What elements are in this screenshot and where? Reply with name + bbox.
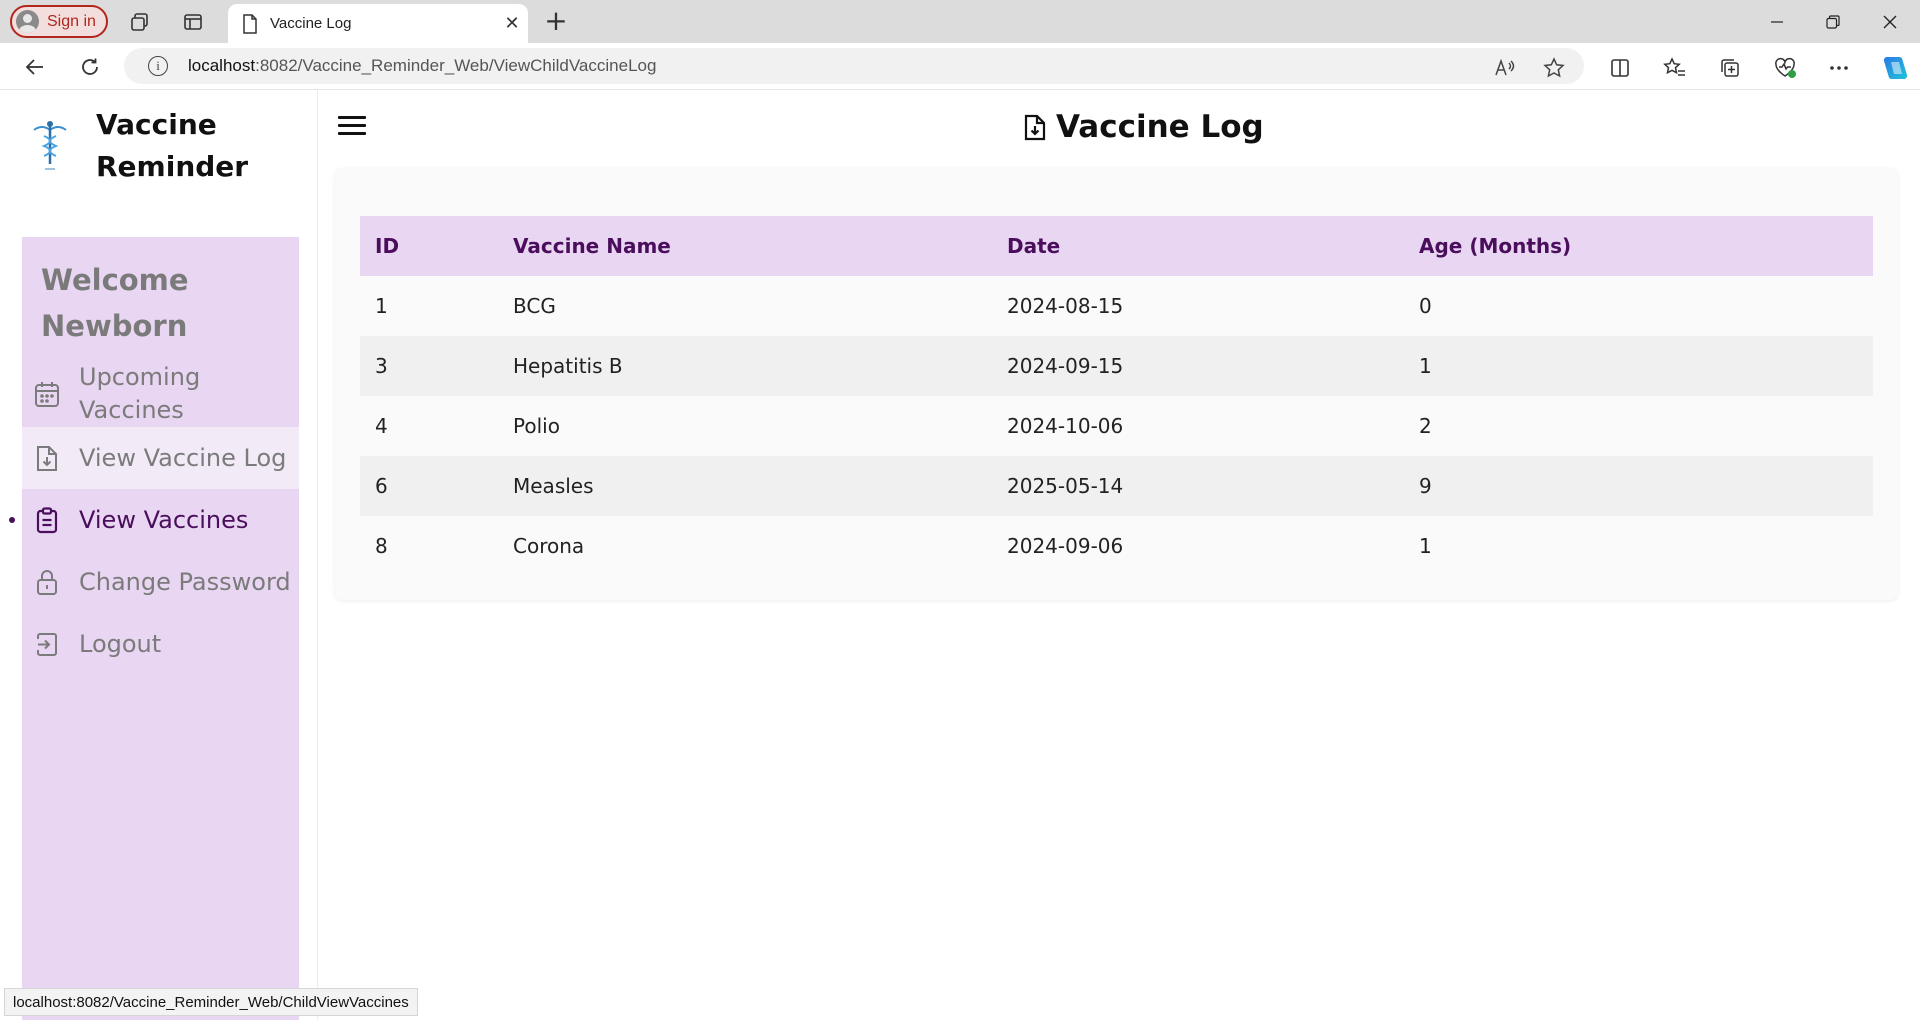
sidebar-item-change-password[interactable]: Change Password	[22, 551, 299, 613]
cell-vaccine-name: Polio	[513, 414, 560, 438]
favorite-star-icon[interactable]	[1541, 55, 1567, 81]
favorites-icon[interactable]	[1662, 55, 1688, 81]
table-row: 3 Hepatitis B 2024-09-15 1	[360, 336, 1873, 396]
column-header-date: Date	[1007, 234, 1061, 258]
site-info-icon[interactable]: i	[148, 56, 168, 76]
copilot-icon[interactable]	[1879, 52, 1911, 84]
table-row: 4 Polio 2024-10-06 2	[360, 396, 1873, 456]
active-tab[interactable]: Vaccine Log ✕	[228, 4, 528, 43]
sidebar-menu: Welcome Newborn Upcoming Vaccines View V…	[9, 237, 299, 1020]
cell-age: 1	[1419, 534, 1432, 558]
cell-date: 2024-09-06	[1007, 534, 1124, 558]
cell-age: 9	[1419, 474, 1432, 498]
cell-vaccine-name: Corona	[513, 534, 585, 558]
cell-date: 2024-09-15	[1007, 354, 1124, 378]
more-options-icon[interactable]	[1826, 55, 1852, 81]
restore-icon[interactable]	[1805, 0, 1861, 43]
vaccine-log-card: ID Vaccine Name Date Age (Months) 1 BCG …	[335, 168, 1898, 600]
profile-icon	[16, 10, 39, 33]
calendar-icon	[34, 380, 60, 408]
sidebar-item-logout[interactable]: Logout	[22, 613, 299, 675]
workspaces-icon[interactable]	[128, 10, 152, 34]
cell-date: 2024-10-06	[1007, 414, 1124, 438]
table-row: 8 Corona 2024-09-06 1	[360, 516, 1873, 576]
column-header-vaccine-name: Vaccine Name	[513, 234, 671, 258]
split-screen-icon[interactable]	[1607, 55, 1633, 81]
cell-date: 2024-08-15	[1007, 294, 1124, 318]
logout-icon	[34, 630, 60, 658]
column-header-id: ID	[375, 234, 400, 258]
url-path: :8082/Vaccine_Reminder_Web/ViewChildVacc…	[255, 56, 657, 75]
back-icon[interactable]	[22, 54, 48, 80]
browser-essentials-icon[interactable]	[1772, 55, 1798, 81]
welcome-heading: Welcome Newborn	[41, 263, 189, 343]
collections-icon[interactable]	[1717, 55, 1743, 81]
url-text: localhost:8082/Vaccine_Reminder_Web/View…	[188, 56, 656, 76]
page: Vaccine Reminder Welcome Newborn Upcomin…	[0, 90, 1920, 1020]
sidebar-item-label: Change Password	[79, 568, 291, 596]
table-header-row: ID Vaccine Name Date Age (Months)	[360, 216, 1873, 276]
table-row: 6 Measles 2025-05-14 9	[360, 456, 1873, 516]
page-icon	[243, 13, 257, 34]
cell-id: 4	[375, 414, 388, 438]
new-tab-icon[interactable]: +	[540, 6, 572, 38]
cell-id: 6	[375, 474, 388, 498]
sidebar-item-view-vaccine-log[interactable]: View Vaccine Log	[22, 427, 299, 489]
sidebar-item-label: Upcoming Vaccines	[79, 363, 201, 424]
cell-date: 2025-05-14	[1007, 474, 1124, 498]
page-title-wrap: Vaccine Log	[1024, 104, 1264, 150]
url-host: localhost	[188, 56, 256, 75]
file-download-icon	[1024, 114, 1046, 140]
browser-toolbar: i localhost:8082/Vaccine_Reminder_Web/Vi…	[0, 43, 1920, 90]
lock-icon	[34, 568, 60, 596]
clipboard-icon	[34, 506, 60, 534]
brand-name: Vaccine Reminder	[96, 108, 249, 183]
page-title: Vaccine Log	[1056, 109, 1264, 145]
cell-age: 2	[1419, 414, 1432, 438]
current-page-bullet	[9, 517, 15, 523]
browser-tab-bar: Sign in Vaccine Log ✕ +	[0, 0, 1920, 43]
tab-title: Vaccine Log	[270, 15, 352, 32]
cell-id: 8	[375, 534, 388, 558]
sidebar-item-label: View Vaccine Log	[79, 444, 287, 472]
cell-vaccine-name: BCG	[513, 294, 556, 318]
caduceus-logo	[30, 118, 70, 174]
sign-in-button[interactable]: Sign in	[10, 5, 108, 38]
sign-in-label: Sign in	[47, 12, 96, 30]
vaccine-log-table: ID Vaccine Name Date Age (Months) 1 BCG …	[360, 216, 1873, 576]
main-content: Vaccine Log ID Vaccine Name Date Age (Mo…	[318, 90, 1920, 1020]
minimize-icon[interactable]	[1749, 0, 1805, 43]
sidebar-item-view-vaccines[interactable]: View Vaccines	[9, 489, 299, 551]
cell-age: 0	[1419, 294, 1432, 318]
cell-age: 1	[1419, 354, 1432, 378]
close-window-icon[interactable]	[1862, 0, 1918, 43]
sidebar-item-upcoming-vaccines[interactable]: Upcoming Vaccines	[22, 361, 299, 427]
cell-vaccine-name: Measles	[513, 474, 594, 498]
refresh-icon[interactable]	[77, 54, 103, 80]
cell-id: 3	[375, 354, 388, 378]
read-aloud-icon[interactable]	[1492, 55, 1518, 81]
link-status-bar: localhost:8082/Vaccine_Reminder_Web/Chil…	[4, 988, 418, 1016]
sidebar-item-label: Logout	[79, 630, 162, 658]
tab-actions-icon[interactable]	[181, 10, 205, 34]
address-bar[interactable]: i localhost:8082/Vaccine_Reminder_Web/Vi…	[124, 48, 1584, 84]
hamburger-menu-icon[interactable]	[338, 116, 366, 136]
sidebar-item-label: View Vaccines	[79, 506, 249, 534]
column-header-age: Age (Months)	[1419, 234, 1572, 258]
file-download-icon	[34, 444, 60, 472]
cell-vaccine-name: Hepatitis B	[513, 354, 623, 378]
cell-id: 1	[375, 294, 388, 318]
sidebar: Vaccine Reminder Welcome Newborn Upcomin…	[0, 90, 318, 1020]
close-tab-icon[interactable]: ✕	[496, 13, 528, 34]
table-row: 1 BCG 2024-08-15 0	[360, 276, 1873, 336]
